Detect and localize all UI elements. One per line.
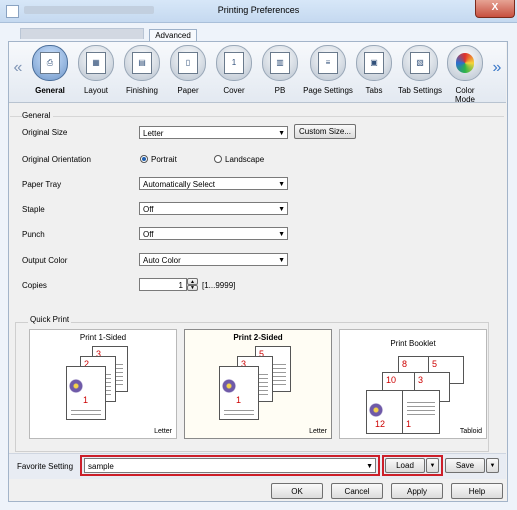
output-color-label: Output Color bbox=[22, 256, 68, 265]
save-button[interactable]: Save bbox=[445, 458, 485, 473]
copies-input[interactable]: 1 bbox=[139, 278, 187, 291]
punch-label: Punch bbox=[22, 230, 45, 239]
copies-range: [1...9999] bbox=[202, 281, 236, 290]
title-bar: Printing Preferences X bbox=[0, 0, 517, 23]
chevron-down-icon: ▼ bbox=[366, 463, 373, 470]
print-2-sided-card[interactable]: Print 2-Sided 5 3 1 Letter bbox=[184, 329, 332, 439]
ribbon-item-finishing[interactable]: ▤ Finishing bbox=[118, 45, 166, 103]
punch-value: Off bbox=[143, 230, 154, 239]
ribbon-label: Finishing bbox=[125, 86, 158, 95]
page-thumbnail: 12 bbox=[366, 390, 404, 434]
general-divider bbox=[10, 116, 504, 117]
flower-icon bbox=[69, 379, 83, 393]
original-orientation-label: Original Orientation bbox=[22, 155, 91, 164]
ribbon-item-page-settings[interactable]: ≡ Page Settings bbox=[302, 45, 354, 103]
ribbon-label: PB bbox=[274, 86, 286, 95]
chevron-down-icon: ▼ bbox=[278, 181, 285, 188]
cancel-button[interactable]: Cancel bbox=[331, 483, 383, 499]
ribbon-item-paper[interactable]: ▯ Paper bbox=[164, 45, 212, 103]
ribbon-right-arrow[interactable]: » bbox=[490, 58, 504, 78]
original-size-select[interactable]: Letter ▼ bbox=[139, 126, 288, 139]
paper-icon: ▯ bbox=[170, 45, 206, 81]
page-thumbnail: 1 bbox=[219, 366, 259, 420]
ribbon-label: Layout bbox=[83, 86, 109, 95]
ribbon-label: Page Settings bbox=[303, 86, 353, 95]
page-thumbnail: 1 bbox=[66, 366, 106, 420]
window-title: Printing Preferences bbox=[217, 5, 300, 15]
tab-settings-icon: ▧ bbox=[402, 45, 438, 81]
output-color-value: Auto Color bbox=[143, 256, 181, 265]
landscape-label: Landscape bbox=[225, 155, 265, 164]
flower-icon bbox=[369, 403, 383, 417]
ribbon-label: Cover bbox=[223, 86, 245, 95]
ok-button[interactable]: OK bbox=[271, 483, 323, 499]
print-booklet-card[interactable]: Print Booklet 8 5 10 3 12 1 Tabloid bbox=[339, 329, 487, 439]
finishing-icon: ▤ bbox=[124, 45, 160, 81]
page-settings-icon: ≡ bbox=[310, 45, 346, 81]
chevron-down-icon: ▼ bbox=[278, 257, 285, 264]
general-icon: ⎙ bbox=[32, 45, 68, 81]
custom-size-button[interactable]: Custom Size... bbox=[294, 124, 356, 139]
ribbon-item-cover[interactable]: 1 Cover bbox=[210, 45, 258, 103]
staple-label: Staple bbox=[22, 205, 45, 214]
ribbon-left-arrow[interactable]: « bbox=[11, 58, 25, 78]
ribbon-label: Paper bbox=[177, 86, 199, 95]
load-button[interactable]: Load bbox=[385, 458, 425, 473]
ribbon-label: Tab Settings bbox=[397, 86, 443, 95]
ribbon-label: Tabs bbox=[365, 86, 383, 95]
flower-icon bbox=[222, 379, 236, 393]
help-button[interactable]: Help bbox=[451, 483, 503, 499]
chevron-down-icon: ▼ bbox=[278, 130, 285, 137]
layout-icon: ▦ bbox=[78, 45, 114, 81]
copies-up-arrow-icon[interactable]: ▲ bbox=[187, 278, 198, 285]
original-size-label: Original Size bbox=[22, 128, 68, 137]
ribbon-label: Color Mode bbox=[454, 86, 475, 104]
copies-label: Copies bbox=[22, 281, 47, 290]
apply-button[interactable]: Apply bbox=[391, 483, 443, 499]
staple-value: Off bbox=[143, 205, 154, 214]
portrait-radio[interactable] bbox=[140, 155, 148, 163]
tab-blurred[interactable] bbox=[20, 28, 144, 39]
pb-icon: ▥ bbox=[262, 45, 298, 81]
paper-tray-label: Paper Tray bbox=[22, 180, 62, 189]
paper-size: Tabloid bbox=[459, 428, 482, 435]
card-title: Print 1-Sided bbox=[79, 333, 127, 342]
ribbon-item-tabs[interactable]: ▣ Tabs bbox=[350, 45, 398, 103]
card-title: Print Booklet bbox=[390, 339, 436, 348]
tabs-icon: ▣ bbox=[356, 45, 392, 81]
ribbon-item-layout[interactable]: ▦ Layout bbox=[72, 45, 120, 103]
cover-icon: 1 bbox=[216, 45, 252, 81]
chevron-down-icon: ▼ bbox=[278, 206, 285, 213]
chevron-down-icon: ▼ bbox=[278, 231, 285, 238]
paper-size: Letter bbox=[154, 428, 172, 435]
quick-print-legend: Quick Print bbox=[28, 315, 72, 324]
paper-tray-value: Automatically Select bbox=[143, 180, 216, 189]
print-1-sided-card[interactable]: Print 1-Sided 3 2 1 Letter bbox=[29, 329, 177, 439]
favorite-setting-select[interactable]: sample ▼ bbox=[84, 458, 376, 473]
punch-select[interactable]: Off ▼ bbox=[139, 227, 288, 240]
general-legend: General bbox=[22, 111, 54, 120]
output-color-select[interactable]: Auto Color ▼ bbox=[139, 253, 288, 266]
card-title: Print 2-Sided bbox=[233, 333, 283, 342]
ribbon-item-pb[interactable]: ▥ PB bbox=[256, 45, 304, 103]
page-thumbnail: 1 bbox=[402, 390, 440, 434]
ribbon-item-tab-settings[interactable]: ▧ Tab Settings bbox=[396, 45, 444, 103]
original-size-value: Letter bbox=[143, 129, 164, 138]
load-menu-chevron-icon[interactable]: ▼ bbox=[426, 458, 439, 473]
save-menu-chevron-icon[interactable]: ▼ bbox=[486, 458, 499, 473]
ribbon-item-general[interactable]: ⎙ General bbox=[26, 45, 74, 103]
ribbon-item-color-mode[interactable]: ● Color Mode bbox=[441, 45, 489, 104]
color-mode-icon: ● bbox=[447, 45, 483, 81]
landscape-radio[interactable] bbox=[214, 155, 222, 163]
staple-select[interactable]: Off ▼ bbox=[139, 202, 288, 215]
copies-down-arrow-icon[interactable]: ▼ bbox=[187, 285, 198, 291]
favorite-setting-value: sample bbox=[88, 462, 114, 471]
favorite-setting-label: Favorite Setting bbox=[17, 462, 74, 471]
paper-size: Letter bbox=[309, 428, 327, 435]
paper-tray-select[interactable]: Automatically Select ▼ bbox=[139, 177, 288, 190]
close-button[interactable]: X bbox=[475, 0, 515, 18]
portrait-label: Portrait bbox=[151, 155, 177, 164]
ribbon-label: General bbox=[35, 86, 65, 95]
